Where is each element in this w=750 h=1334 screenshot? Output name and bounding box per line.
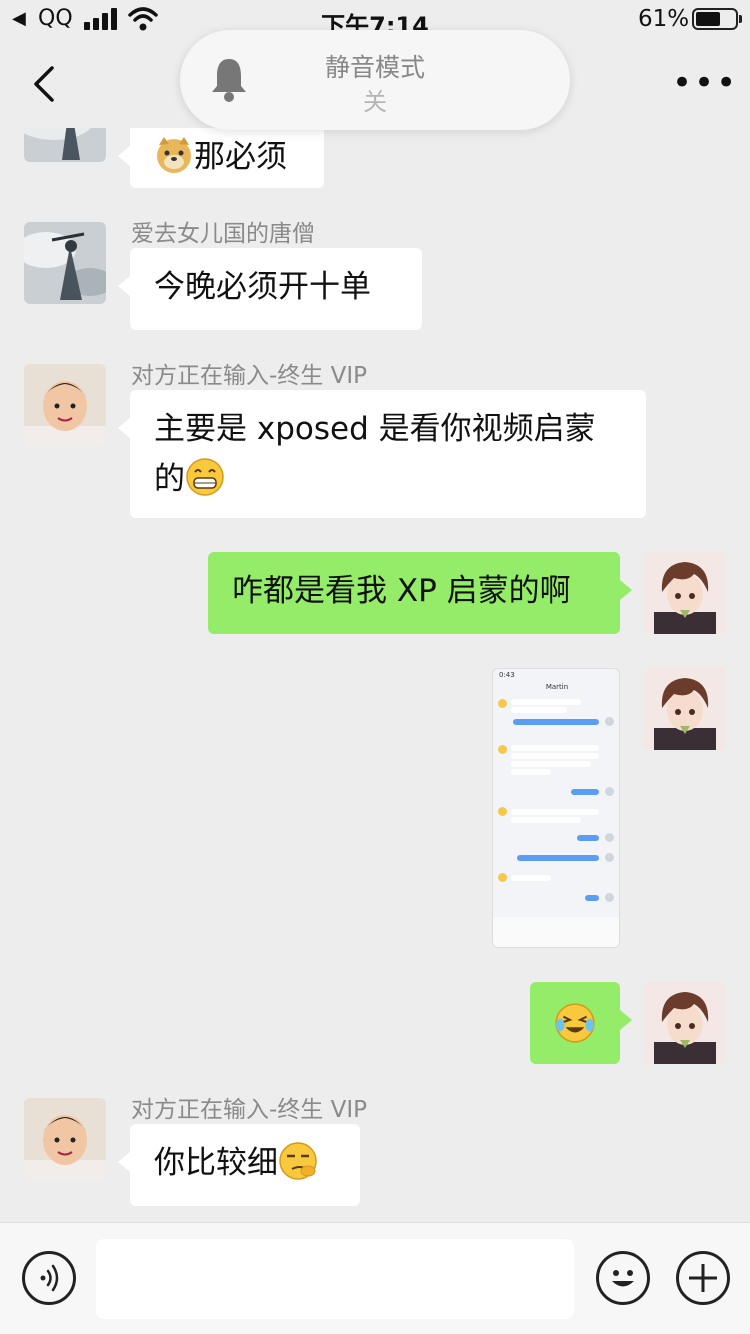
image-time-text: 0:43 (499, 671, 515, 679)
sender-name: 对方正在输入-终生 VIP (131, 363, 367, 389)
message-bubble[interactable]: 咋都是看我 XP 启蒙的啊 (208, 552, 632, 634)
toast-title: 静音模式 (324, 53, 425, 82)
message-text: 你比较细 (154, 1145, 278, 1181)
battery-percent: 61% (638, 6, 690, 32)
smirk-emoji-icon (279, 1142, 317, 1180)
message-bubble[interactable]: 那必须 (118, 128, 324, 188)
avatar-tangseng[interactable] (24, 128, 106, 162)
message-input[interactable] (96, 1239, 574, 1319)
back-chevron-icon[interactable] (30, 64, 58, 104)
image-title-text: Martin (545, 683, 569, 691)
message-bubble[interactable]: 你比较细 (118, 1124, 360, 1206)
toast-state: 关 (363, 88, 387, 116)
plus-more-icon[interactable] (676, 1251, 730, 1305)
silent-mode-toast: 静音模式 关 (180, 30, 570, 130)
message-text-line-2: 的 (154, 461, 185, 497)
battery-icon (692, 8, 742, 30)
message-text: 那必须 (194, 139, 287, 175)
emoji-picker-icon[interactable] (596, 1251, 650, 1305)
input-bar (0, 1222, 750, 1334)
message-list[interactable]: 那必须 爱去女儿国的唐僧 今晚必须开十单 对方正在输入-终生 VIP 主要是 x… (0, 128, 750, 1222)
avatar-tangseng[interactable] (24, 222, 106, 304)
message-text: 今晚必须开十单 (154, 269, 371, 305)
message-bubble[interactable] (530, 982, 632, 1064)
avatar-self[interactable] (644, 552, 726, 634)
message-text-line-1: 主要是 xposed 是看你视频启蒙 (154, 411, 596, 447)
avatar-self[interactable] (644, 982, 726, 1064)
sender-name: 对方正在输入-终生 VIP (131, 1097, 367, 1123)
avatar-child[interactable] (24, 1098, 106, 1180)
avatar-self[interactable] (644, 668, 726, 750)
sender-name: 爱去女儿国的唐僧 (131, 221, 315, 247)
grin-emoji-icon (186, 458, 224, 496)
screenshot-image-message[interactable]: 0:43 Martin (492, 668, 620, 948)
laugh-cry-emoji-icon (555, 1003, 595, 1043)
message-bubble[interactable]: 今晚必须开十单 (118, 248, 422, 330)
avatar-child[interactable] (24, 364, 106, 446)
message-text: 咋都是看我 XP 启蒙的啊 (232, 573, 571, 609)
more-options-icon[interactable]: ••• (672, 66, 736, 100)
voice-input-icon[interactable] (22, 1251, 76, 1305)
message-bubble[interactable]: 主要是 xposed 是看你视频启蒙 的 (118, 390, 646, 518)
doge-emoji-icon (157, 137, 191, 173)
